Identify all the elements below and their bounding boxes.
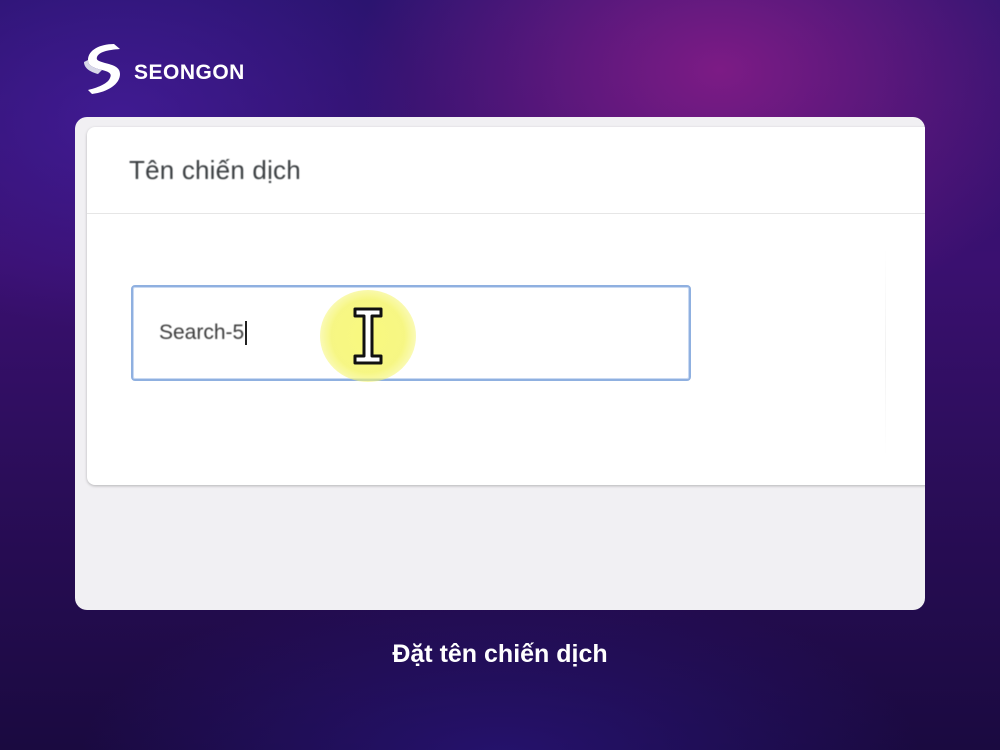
text-cursor-icon [353,307,383,365]
brand-name: SEONGON [134,61,245,84]
campaign-name-input-value: Search-5 [159,321,245,344]
divider [885,247,886,457]
seongon-s-logo-icon [84,44,120,94]
card-header: Tên chiến dịch [87,127,925,214]
text-caret [245,321,248,345]
brand-logo: SEONGON [80,40,245,96]
campaign-name-card: Tên chiến dịch Search-5 [87,127,925,485]
card-title: Tên chiến dịch [129,154,301,185]
caption: Đặt tên chiến dịch [392,640,608,668]
screenshot-frame: Tên chiến dịch Search-5 [75,117,925,610]
